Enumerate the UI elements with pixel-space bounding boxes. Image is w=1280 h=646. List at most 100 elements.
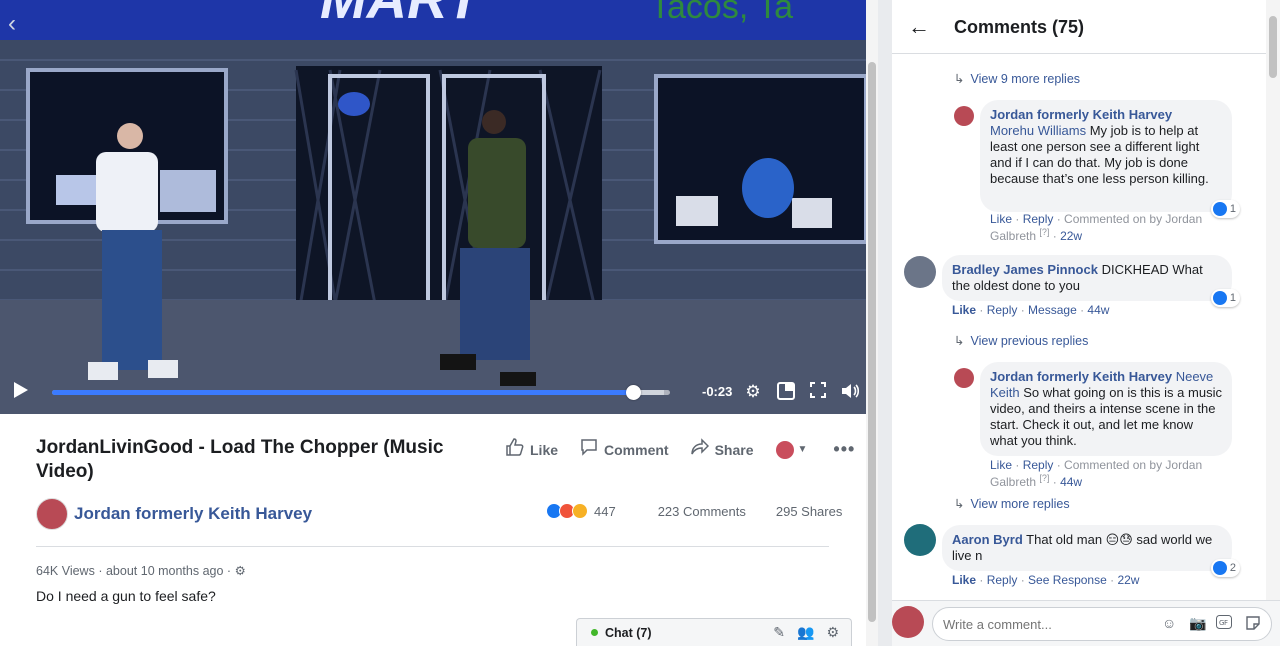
post-panel: MART Tacos, Ta <box>0 0 866 646</box>
view-replies-label: View previous replies <box>970 334 1089 348</box>
comment-reply-link[interactable]: Reply <box>1023 212 1054 226</box>
volume-icon[interactable] <box>840 382 860 402</box>
previous-arrow-icon[interactable]: ‹ <box>8 10 16 38</box>
share-button[interactable]: Share <box>690 438 754 461</box>
comment-bubble: Aaron Byrd That old man 😑😓 sad world we … <box>942 525 1240 577</box>
see-response-link[interactable]: See Response <box>1028 573 1107 587</box>
comments-title: Comments (75) <box>954 17 1085 37</box>
group-icon[interactable]: 👥 <box>797 624 814 641</box>
comment-button[interactable]: Comment <box>580 438 669 461</box>
post-actions: Like Comment Share ▼ ••• <box>506 438 855 461</box>
online-status-icon <box>591 629 598 636</box>
comment-author-link[interactable]: Bradley James Pinnock <box>952 262 1098 277</box>
comments-count-link[interactable]: 223 Comments <box>658 504 746 519</box>
reaction-badge[interactable]: 1 <box>1210 289 1240 307</box>
camera-icon[interactable]: 📷 <box>1189 615 1206 632</box>
privacy-gear-icon[interactable]: ⚙ <box>235 564 246 578</box>
post-description: Do I need a gun to feel safe? <box>36 588 216 604</box>
comment-bubble: Bradley James Pinnock DICKHEAD What the … <box>942 255 1240 307</box>
reaction-count: 1 <box>1229 292 1236 304</box>
play-button[interactable] <box>14 382 28 398</box>
share-label: Share <box>714 441 754 458</box>
divider <box>36 546 829 547</box>
comment-like-link[interactable]: Like <box>952 303 976 317</box>
picture-in-picture-icon[interactable] <box>776 382 796 402</box>
comment-bubble: Jordan formerly Keith Harvey Morehu Will… <box>980 100 1240 218</box>
help-link[interactable]: [?] <box>1039 473 1049 483</box>
back-arrow-icon[interactable]: ← <box>908 14 930 40</box>
video-controls: -0:23 ⚙ <box>0 370 866 414</box>
comment-time-link[interactable]: 44w <box>1087 303 1109 317</box>
reply-arrow-icon: ↳ <box>954 497 965 511</box>
scrollbar-thumb[interactable] <box>1269 16 1277 78</box>
reply-arrow-icon: ↳ <box>954 334 965 348</box>
sticker-icon[interactable] <box>1245 615 1261 634</box>
left-scrollbar[interactable] <box>866 0 878 646</box>
fullscreen-icon[interactable] <box>808 382 828 402</box>
comment-reply-link[interactable]: Reply <box>1023 458 1054 472</box>
comment-like-link[interactable]: Like <box>990 458 1012 472</box>
chevron-down-icon[interactable]: ▼ <box>798 444 808 455</box>
comment-author-link[interactable]: Aaron Byrd <box>952 532 1023 547</box>
chat-label: Chat (7) <box>605 625 652 640</box>
more-options-icon[interactable]: ••• <box>833 439 855 460</box>
avatar[interactable] <box>904 524 936 556</box>
reaction-badge[interactable]: 2 <box>1210 559 1240 577</box>
chat-bar[interactable]: Chat (7) ✎ 👥 ⚙ <box>576 618 852 646</box>
comment-time-link[interactable]: 44w <box>1060 475 1082 489</box>
comment-reply-link[interactable]: Reply <box>987 303 1018 317</box>
chat-tools: ✎ 👥 ⚙ <box>773 624 851 641</box>
view-more-replies-link[interactable]: ↳ View 9 more replies <box>954 71 1080 86</box>
seek-bar[interactable] <box>52 385 670 400</box>
settings-gear-icon[interactable]: ⚙ <box>743 382 763 402</box>
view-count: 64K Views <box>36 564 95 578</box>
separator: · <box>226 564 232 578</box>
sign-text-right: Tacos, Ta <box>650 0 793 26</box>
view-replies-label: View more replies <box>970 497 1070 511</box>
comments-scrollbar[interactable] <box>1266 0 1280 600</box>
message-link[interactable]: Message <box>1028 303 1077 317</box>
avatar[interactable] <box>904 256 936 288</box>
comment-like-link[interactable]: Like <box>952 573 976 587</box>
post-time-link[interactable]: about 10 months ago <box>106 564 223 578</box>
played-bar <box>52 390 633 395</box>
avatar[interactable] <box>954 368 974 388</box>
chat-settings-gear-icon[interactable]: ⚙ <box>826 624 839 641</box>
like-button[interactable]: Like <box>506 438 558 461</box>
owner-name-link[interactable]: Jordan formerly Keith Harvey <box>74 504 312 524</box>
thumbs-up-icon <box>506 438 524 461</box>
reaction-count: 2 <box>1229 562 1236 574</box>
help-link[interactable]: [?] <box>1039 227 1049 237</box>
comment-time-link[interactable]: 22w <box>1117 573 1139 587</box>
seek-handle[interactable] <box>625 385 641 400</box>
comment-meta: Like · Reply · Commented on by Jordan Ga… <box>990 458 1203 489</box>
comment-text: So what going on is this is a music vide… <box>990 385 1222 448</box>
comment-author-link[interactable]: Jordan formerly Keith Harvey <box>990 107 1172 122</box>
new-message-icon[interactable]: ✎ <box>773 624 785 641</box>
comment-bubble: Jordan formerly Keith Harvey Neeve Keith… <box>980 362 1232 456</box>
view-previous-replies-link[interactable]: ↳ View previous replies <box>954 333 1088 348</box>
haha-reaction-icon <box>572 503 588 519</box>
sign-text: MART <box>320 0 486 30</box>
avatar[interactable] <box>954 106 974 126</box>
profile-avatar-icon[interactable] <box>775 440 794 459</box>
comment-reply-link[interactable]: Reply <box>987 573 1018 587</box>
video-player[interactable]: MART Tacos, Ta <box>0 0 866 414</box>
page: MART Tacos, Ta <box>0 0 1280 646</box>
like-label: Like <box>530 441 559 458</box>
mention-link[interactable]: Morehu Williams <box>990 123 1086 138</box>
reaction-count[interactable]: 447 <box>594 504 616 519</box>
scrollbar-thumb[interactable] <box>868 62 876 622</box>
avatar[interactable] <box>36 498 68 530</box>
like-reaction-icon <box>1212 561 1227 575</box>
post-title: JordanLivinGood - Load The Chopper (Musi… <box>36 437 444 482</box>
video-frame: MART Tacos, Ta <box>0 0 866 414</box>
emoji-icon[interactable]: ☺ <box>1162 615 1176 631</box>
view-more-replies-link[interactable]: ↳ View more replies <box>954 496 1070 511</box>
shares-count-link[interactable]: 295 Shares <box>776 504 843 519</box>
gif-icon[interactable]: GF <box>1216 615 1232 632</box>
view-replies-label: View 9 more replies <box>970 72 1081 86</box>
comment-like-link[interactable]: Like <box>990 212 1012 226</box>
comment-author-link[interactable]: Jordan formerly Keith Harvey <box>990 369 1172 384</box>
comment-time-link[interactable]: 22w <box>1060 229 1082 243</box>
